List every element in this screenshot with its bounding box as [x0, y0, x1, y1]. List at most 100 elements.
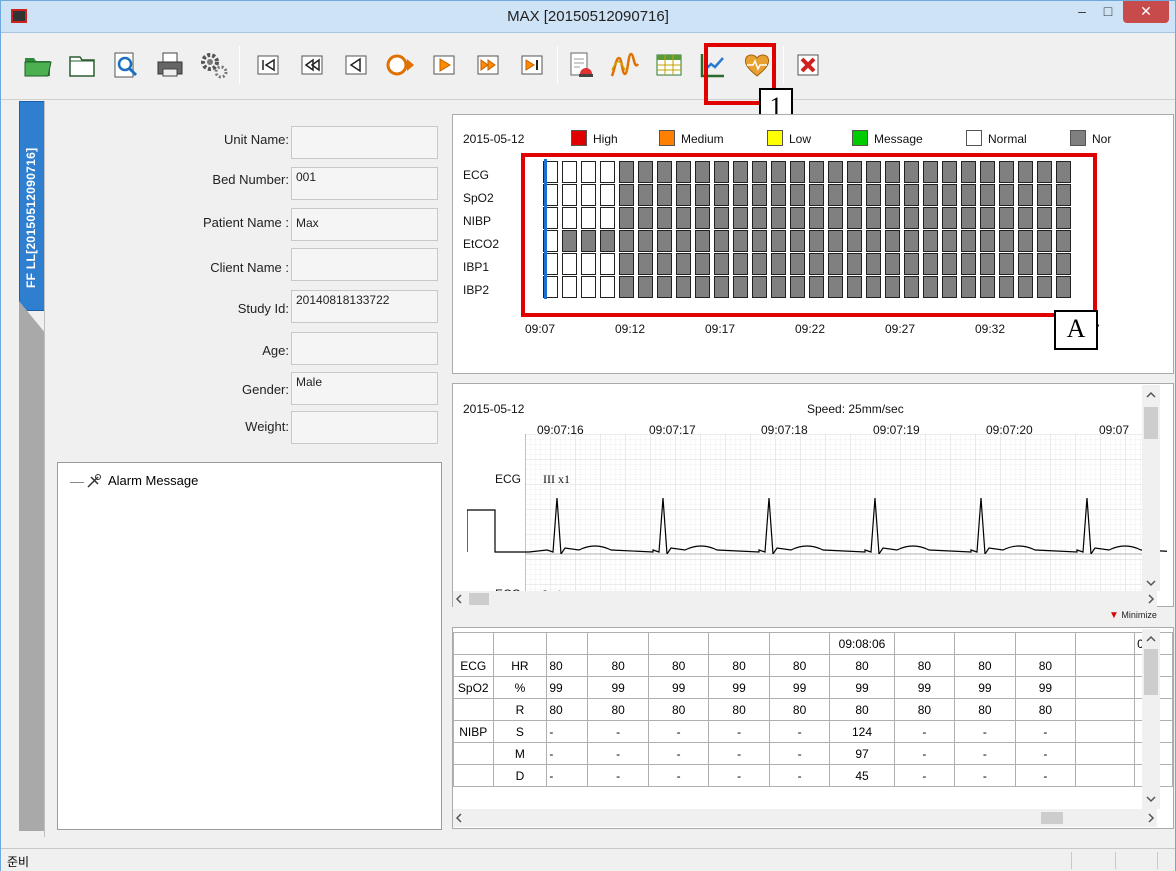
value-cell: 80 [829, 654, 895, 677]
empty-cell [1075, 654, 1136, 677]
legend-no-data-label: Nor [1092, 132, 1112, 146]
title-bar[interactable]: MAX [20150512090716] – □ ✕ [1, 1, 1175, 33]
table-row[interactable]: ECG HR 80 80 80 80 80 80 80 80 80 [453, 654, 1173, 677]
value-cell: - [647, 720, 710, 743]
header-cell [492, 632, 548, 655]
weight-label: Weight: [245, 419, 289, 434]
legend-message-label: Message [874, 132, 923, 146]
side-divider [44, 101, 45, 837]
close-button[interactable]: ✕ [1123, 1, 1169, 23]
alarm-report-icon[interactable] [566, 50, 596, 80]
file-tab[interactable]: FF LL[20150512090716] [19, 101, 45, 311]
gender-field[interactable]: Male [291, 372, 438, 405]
table-row[interactable]: NIBP S - - - - -124- - - [453, 720, 1173, 743]
step-forward-icon[interactable] [429, 50, 459, 80]
alarm-message-node[interactable]: Alarm Message [108, 473, 198, 488]
minimize-button[interactable]: – [1069, 1, 1095, 23]
value-cell: 99 [647, 676, 710, 699]
value-cell: 99 [829, 676, 895, 699]
value-cell: 80 [893, 698, 956, 721]
play-forward-icon[interactable] [385, 50, 415, 80]
value-cell: 99 [708, 676, 770, 699]
header-cell [768, 632, 831, 655]
gender-label: Gender: [242, 382, 289, 397]
empty-cell [1075, 676, 1136, 699]
legend-normal-swatch [966, 130, 982, 146]
header-cell [453, 632, 494, 655]
value-cell: 99 [546, 676, 589, 699]
close-file-icon[interactable] [793, 50, 823, 80]
fast-rewind-icon[interactable] [297, 50, 327, 80]
group-cell [453, 698, 494, 721]
fast-forward-icon[interactable] [473, 50, 503, 80]
step-back-icon[interactable] [341, 50, 371, 80]
trend-table-panel[interactable]: 09:08:0609:ECGHR808080808080808080SpO2%9… [452, 627, 1174, 829]
wave-horizontal-scrollbar[interactable] [453, 591, 1157, 607]
value-cell: 45 [829, 764, 895, 787]
value-cell: 80 [587, 654, 649, 677]
table-vertical-scrollbar[interactable] [1142, 629, 1160, 809]
value-cell: 97 [829, 742, 895, 765]
table-horizontal-scrollbar[interactable] [453, 809, 1157, 827]
value-cell: - [647, 742, 710, 765]
value-cell: - [1014, 764, 1077, 787]
table-icon[interactable] [654, 50, 684, 80]
minimize-toggle[interactable]: ▼ Minimize [1109, 610, 1157, 621]
param-cell: R [492, 698, 548, 721]
client-name-field[interactable] [291, 248, 438, 281]
file-tab-label: FF LL[20150512090716] [24, 147, 38, 288]
empty-cell [1075, 698, 1136, 721]
value-cell: 80 [829, 698, 895, 721]
study-id-field[interactable]: 20140818133722 [291, 290, 438, 323]
search-file-icon[interactable] [111, 50, 141, 80]
legend-message-swatch [852, 130, 868, 146]
trend-table[interactable]: 09:08:0609:ECGHR808080808080808080SpO2%9… [453, 632, 1173, 787]
table-row[interactable]: D - - - - -45- - - [453, 764, 1173, 787]
open-folder-icon[interactable] [23, 50, 53, 80]
status-divider [1157, 852, 1158, 869]
value-cell: 80 [587, 698, 649, 721]
header-cell [546, 632, 589, 655]
folder-icon[interactable] [67, 50, 97, 80]
age-field[interactable] [291, 332, 438, 365]
last-icon[interactable] [517, 50, 547, 80]
wave-vertical-scrollbar[interactable] [1142, 385, 1160, 591]
value-cell: - [1014, 742, 1077, 765]
table-row[interactable]: SpO2% 99 99 99 99 99 99 99 99 99 [453, 676, 1173, 699]
value-cell: 99 [893, 676, 956, 699]
value-cell: - [587, 720, 649, 743]
value-cell: - [708, 742, 770, 765]
event-date: 2015-05-12 [463, 132, 525, 146]
alarm-message-tree[interactable]: Alarm Message [57, 462, 442, 830]
highlight-box-a [521, 153, 1097, 317]
window-title: MAX [20150512090716] [507, 8, 669, 25]
legend-no-data-swatch [1070, 130, 1086, 146]
table-row[interactable]: R 80 80 80 80 80 80 80 80 80 [453, 698, 1173, 721]
value-cell: 99 [587, 676, 649, 699]
bed-number-label: Bed Number: [212, 172, 289, 187]
print-icon[interactable] [155, 50, 185, 80]
callout-a: A [1054, 310, 1098, 350]
bed-number-field[interactable]: 001 [291, 167, 438, 200]
patient-name-field[interactable]: Max [291, 208, 438, 241]
waveform-icon[interactable] [610, 50, 640, 80]
value-cell: - [768, 764, 831, 787]
unit-name-field[interactable] [291, 126, 438, 159]
waveform-panel[interactable]: 2015-05-12 Speed: 25mm/sec 09:07:16 09:0… [452, 383, 1174, 607]
study-id-label: Study Id: [237, 301, 289, 316]
unit-name-label: Unit Name: [223, 132, 289, 147]
header-cell [708, 632, 770, 655]
first-icon[interactable] [253, 50, 283, 80]
legend-high-swatch [571, 130, 587, 146]
table-row[interactable]: M - - - - -97- - - [453, 742, 1173, 765]
value-cell: - [647, 764, 710, 787]
group-cell: ECG [453, 654, 494, 677]
settings-icon[interactable] [199, 50, 229, 80]
maximize-button[interactable]: □ [1095, 1, 1121, 23]
value-cell: - [546, 742, 589, 765]
weight-field[interactable] [291, 411, 438, 444]
side-strip [19, 301, 45, 831]
time-tick: 09:12 [615, 322, 646, 336]
time-tick: 09:17 [705, 322, 736, 336]
legend-low-label: Low [789, 132, 812, 146]
